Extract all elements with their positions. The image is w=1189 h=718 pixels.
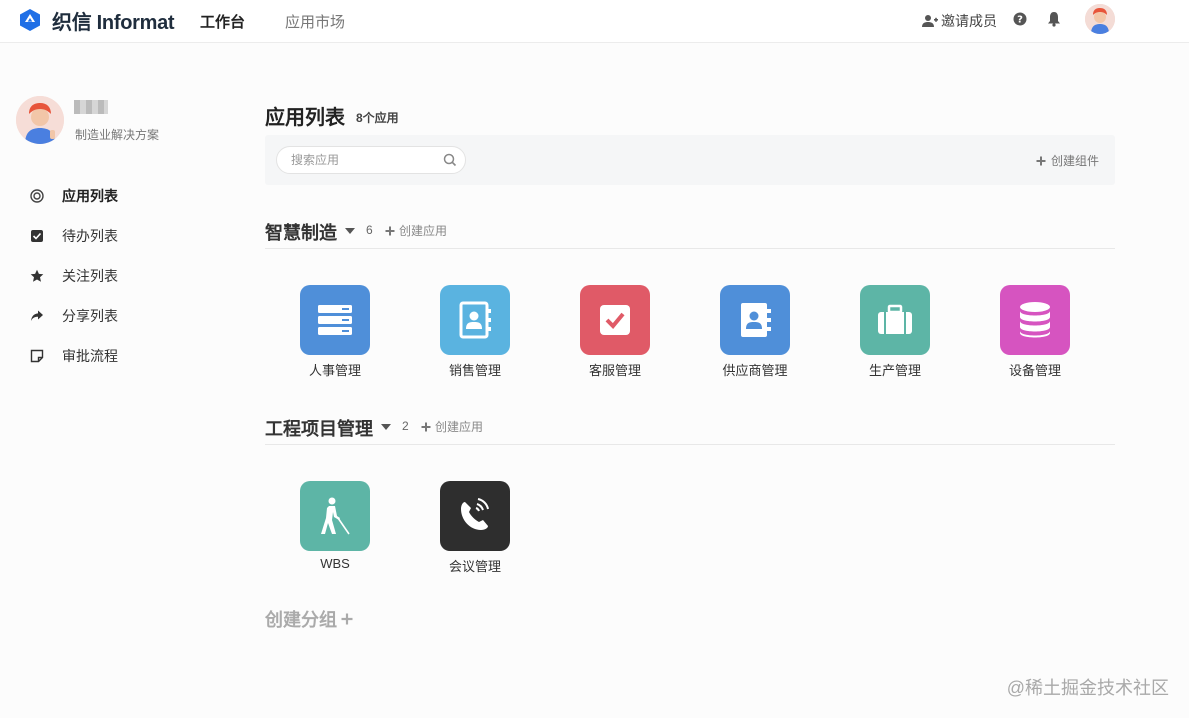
app-tile-wbs[interactable]: WBS [265,481,375,581]
app-label: 设备管理 [1008,363,1061,378]
search-box [276,146,466,174]
page-title: 应用列表 [265,107,345,129]
target-icon [30,189,44,203]
nav-workbench[interactable]: 工作台 [200,11,245,32]
contact-book-icon [440,285,510,355]
checkbox-icon [30,229,44,243]
caret-down-icon[interactable] [381,424,391,430]
bell-icon[interactable] [1047,11,1061,27]
avatar-illustration [16,96,64,144]
top-bar: 织信 Informat 工作台 应用市场 邀请成员 ? [0,0,1189,43]
app-label: WBS [320,556,350,571]
blind-walker-icon [300,481,370,551]
search-input[interactable] [291,152,441,168]
plus-icon [341,613,353,625]
add-user-icon [922,15,938,27]
create-app-label: 创建应用 [399,224,448,238]
create-widget-button[interactable]: 创建组件 [1036,152,1099,169]
app-label: 人事管理 [308,363,361,378]
group-header-smart-manufacturing: 智慧制造 6 创建应用 [265,219,1115,249]
app-label: 客服管理 [588,363,641,378]
app-tile-equipment[interactable]: 设备管理 [965,285,1075,385]
profile-card: 制造业解决方案 [16,96,226,146]
app-label: 会议管理 [448,559,501,574]
group-app-count: 6 [366,223,373,237]
app-label: 销售管理 [448,363,501,378]
share-icon [30,309,44,323]
group-title: 智慧制造 [265,223,337,243]
nav-app-market[interactable]: 应用市场 [285,11,345,32]
note-icon [30,349,44,363]
address-book-icon [720,285,790,355]
app-toolbar: 创建组件 [265,135,1115,185]
create-app-button[interactable]: 创建应用 [421,418,483,435]
app-tile-meeting[interactable]: 会议管理 [405,481,515,581]
sidebar-item-favorites[interactable]: 关注列表 [30,256,230,296]
app-tile-hr[interactable]: 人事管理 [265,285,375,385]
sidebar-menu: 应用列表 待办列表 关注列表 分享列表 审批流程 [30,176,230,376]
app-label: 生产管理 [868,363,921,378]
group-header-engineering-projects: 工程项目管理 2 创建应用 [265,415,1115,445]
plus-icon [1036,156,1046,165]
avatar-illustration [1085,4,1115,34]
invite-members-button[interactable]: 邀请成员 [922,11,997,31]
phone-call-icon [440,481,510,551]
sidebar-item-todo-list[interactable]: 待办列表 [30,216,230,256]
search-icon[interactable] [443,153,457,167]
watermark: @稀土掘金技术社区 [1006,678,1169,698]
user-avatar[interactable] [1085,4,1115,34]
create-group-label: 创建分组 [265,610,337,630]
group-app-count: 2 [402,419,409,433]
profile-subtitle: 制造业解决方案 [75,128,160,142]
caret-down-icon[interactable] [345,228,355,234]
app-count: 8个应用 [356,111,399,125]
brand-logo[interactable]: 织信 Informat [18,7,175,34]
group-title: 工程项目管理 [265,419,373,439]
server-icon [300,285,370,355]
app-tile-production[interactable]: 生产管理 [825,285,935,385]
database-icon [1000,285,1070,355]
invite-label: 邀请成员 [941,13,997,29]
create-app-button[interactable]: 创建应用 [385,222,447,239]
checkbox-icon [580,285,650,355]
sidebar-item-approval-flow[interactable]: 审批流程 [30,336,230,376]
app-tile-sales[interactable]: 销售管理 [405,285,515,385]
create-group-button[interactable]: 创建分组 [265,606,353,632]
plus-icon [385,226,395,235]
logo-icon [20,9,40,31]
profile-avatar[interactable] [16,96,64,144]
sidebar-item-label: 应用列表 [62,188,118,204]
sidebar-item-label: 审批流程 [62,348,118,364]
create-app-label: 创建应用 [435,420,484,434]
sidebar-item-label: 关注列表 [62,268,118,284]
svg-text:?: ? [1017,15,1023,26]
help-icon[interactable]: ? [1013,12,1027,26]
sidebar-item-label: 待办列表 [62,228,118,244]
create-widget-label: 创建组件 [1050,154,1099,168]
plus-icon [421,422,431,431]
app-label: 供应商管理 [722,363,788,378]
brand-name: 织信 Informat [52,11,175,34]
sidebar-item-app-list[interactable]: 应用列表 [30,176,230,216]
sidebar-item-label: 分享列表 [62,308,118,324]
briefcase-icon [860,285,930,355]
app-tile-customer-service[interactable]: 客服管理 [545,285,655,385]
app-tile-supplier[interactable]: 供应商管理 [685,285,795,385]
star-icon [30,269,44,283]
sidebar-item-share-list[interactable]: 分享列表 [30,296,230,336]
profile-name-redacted [74,100,108,114]
